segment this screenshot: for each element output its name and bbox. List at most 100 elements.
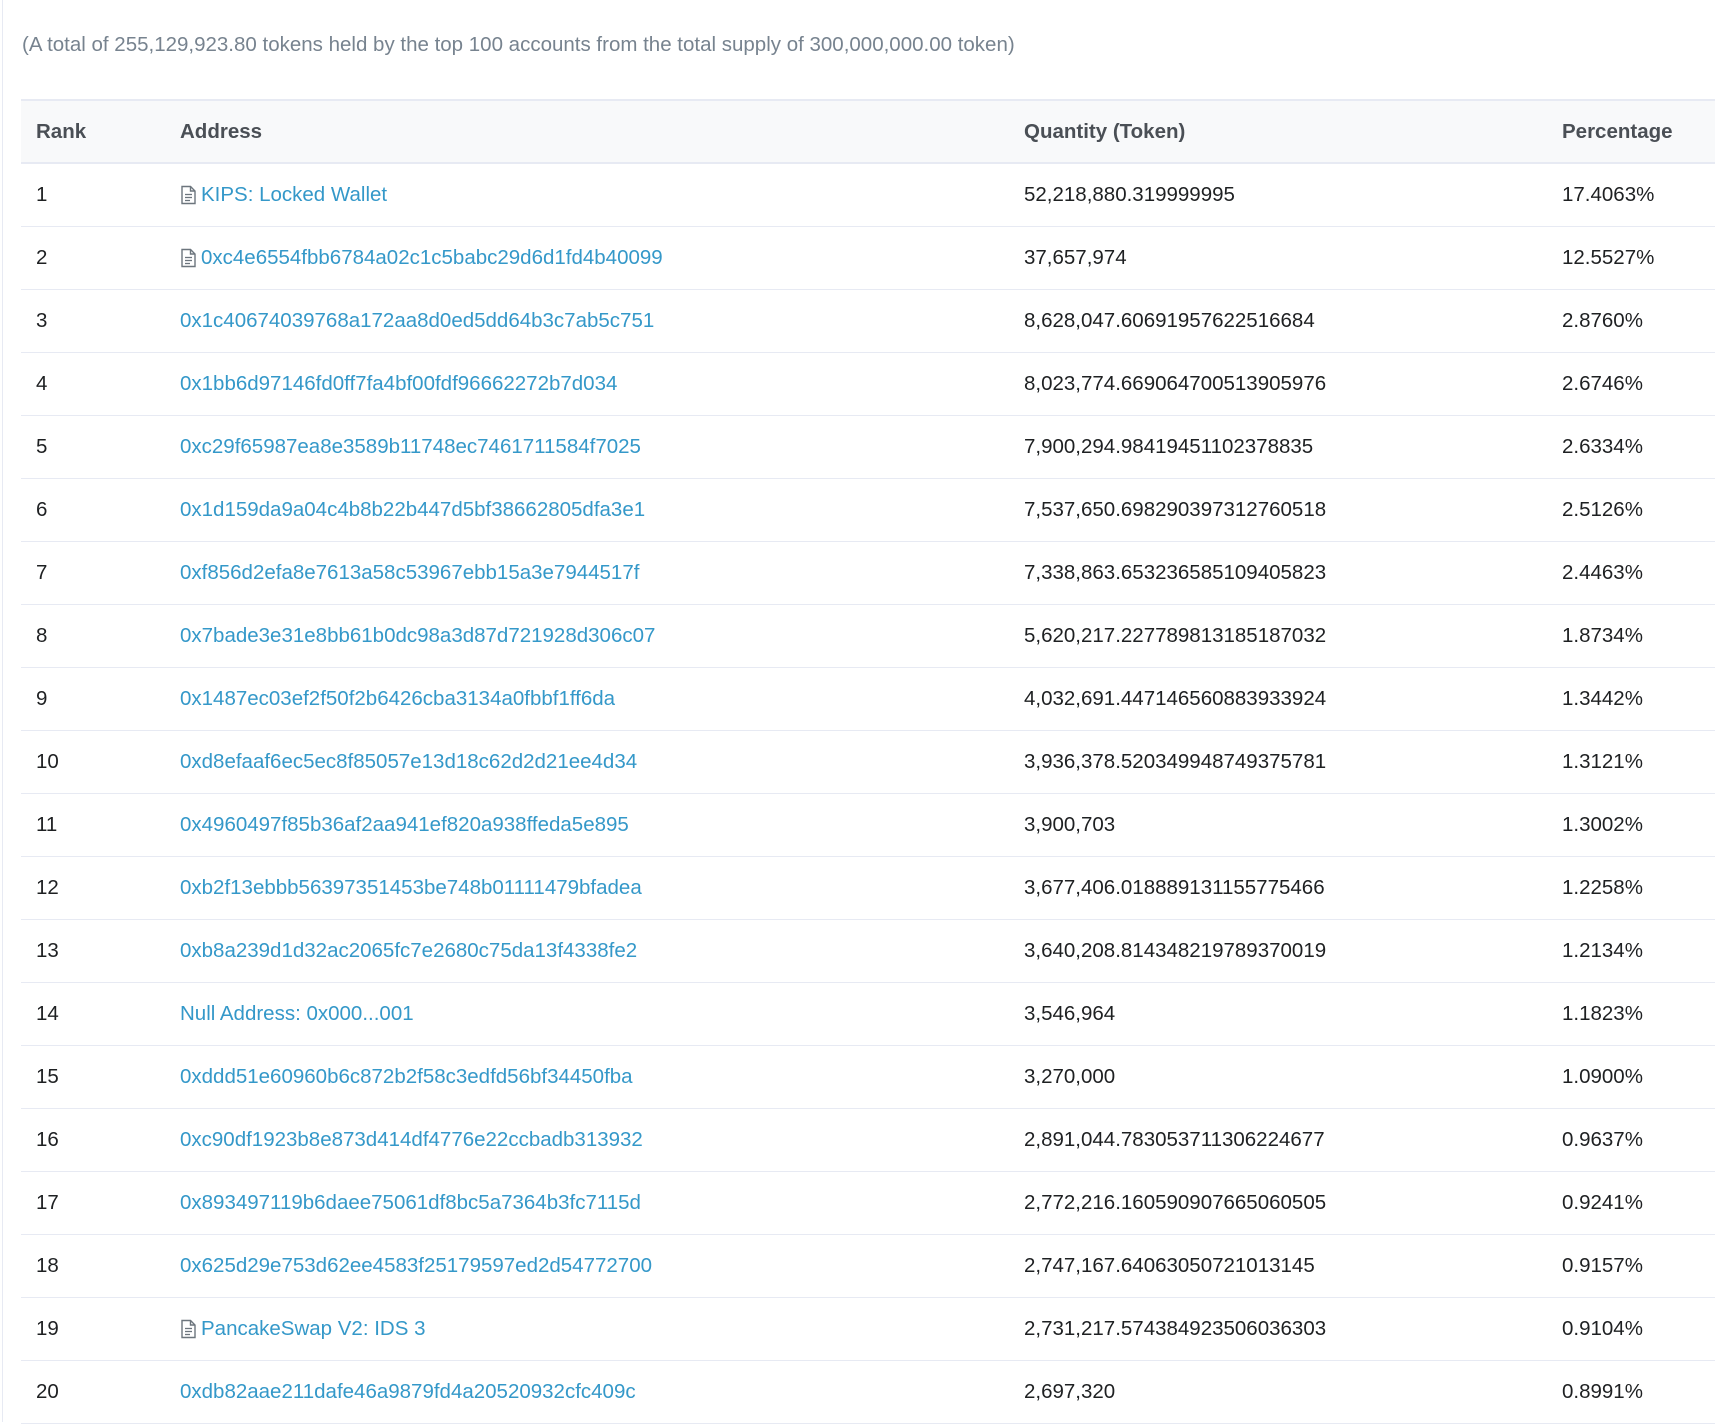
- rank-cell: 19: [21, 1297, 180, 1361]
- table-row: 3 0x1c40674039768a172aa8d0ed5dd64b3c7ab5c…: [21, 289, 1715, 353]
- address-cell: 0xdb82aae211dafe46a9879fd4a20520932cfc40…: [180, 1360, 1024, 1424]
- quantity-cell: 2,891,044.783053711306224677: [1024, 1108, 1562, 1172]
- contract-document-icon: [180, 1319, 197, 1339]
- contract-document-icon: [180, 248, 197, 268]
- table-row: 9 0x1487ec03ef2f50f2b6426cba3134a0fbbf1ff…: [21, 667, 1715, 731]
- holder-address-link[interactable]: 0x1bb6d97146fd0ff7fa4bf00fdf96662272b7d0…: [180, 372, 617, 396]
- page-left-border: [2, 0, 3, 1422]
- rank-cell: 15: [21, 1045, 180, 1109]
- quantity-cell: 3,640,208.814348219789370019: [1024, 919, 1562, 983]
- holder-address-link[interactable]: 0x893497119b6daee75061df8bc5a7364b3fc711…: [180, 1191, 641, 1215]
- holder-address-link[interactable]: 0x625d29e753d62ee4583f25179597ed2d547727…: [180, 1254, 652, 1278]
- holder-address-link[interactable]: 0x1d159da9a04c4b8b22b447d5bf38662805dfa3…: [180, 498, 645, 522]
- percentage-cell: 2.5126%: [1562, 478, 1715, 542]
- address-cell: KIPS: Locked Wallet: [180, 163, 1024, 227]
- address-cell: 0x1d159da9a04c4b8b22b447d5bf38662805dfa3…: [180, 478, 1024, 542]
- rank-cell: 2: [21, 226, 180, 290]
- percentage-cell: 1.3442%: [1562, 667, 1715, 731]
- address-cell: 0x893497119b6daee75061df8bc5a7364b3fc711…: [180, 1171, 1024, 1235]
- holder-address-link[interactable]: 0xddd51e60960b6c872b2f58c3edfd56bf34450f…: [180, 1065, 633, 1089]
- table-row: 5 0xc29f65987ea8e3589b11748ec7461711584f7…: [21, 415, 1715, 479]
- holder-address-link[interactable]: 0x1487ec03ef2f50f2b6426cba3134a0fbbf1ff6…: [180, 687, 615, 711]
- table-row: 11 0x4960497f85b36af2aa941ef820a938ffeda5…: [21, 793, 1715, 857]
- percentage-cell: 2.8760%: [1562, 289, 1715, 353]
- table-row: 13 0xb8a239d1d32ac2065fc7e2680c75da13f433…: [21, 919, 1715, 983]
- holder-address-link[interactable]: 0xd8efaaf6ec5ec8f85057e13d18c62d2d21ee4d…: [180, 750, 637, 774]
- contract-document-icon: [180, 185, 197, 205]
- rank-cell: 6: [21, 478, 180, 542]
- quantity-cell: 8,628,047.60691957622516684: [1024, 289, 1562, 353]
- table-row: 19 PancakeSwap V2: IDS 3 2,731,217.5743849…: [21, 1297, 1715, 1361]
- table-row: 20 0xdb82aae211dafe46a9879fd4a20520932cfc…: [21, 1360, 1715, 1424]
- table-row: 7 0xf856d2efa8e7613a58c53967ebb15a3e79445…: [21, 541, 1715, 605]
- holder-address-link[interactable]: 0x1c40674039768a172aa8d0ed5dd64b3c7ab5c7…: [180, 309, 654, 333]
- quantity-cell: 8,023,774.669064700513905976: [1024, 352, 1562, 416]
- rank-cell: 16: [21, 1108, 180, 1172]
- percentage-cell: 1.3121%: [1562, 730, 1715, 794]
- holder-address-link[interactable]: KIPS: Locked Wallet: [201, 183, 387, 207]
- holder-address-link[interactable]: 0x4960497f85b36af2aa941ef820a938ffeda5e8…: [180, 813, 629, 837]
- percentage-cell: 1.2258%: [1562, 856, 1715, 920]
- address-cell: 0x1c40674039768a172aa8d0ed5dd64b3c7ab5c7…: [180, 289, 1024, 353]
- holder-address-link[interactable]: PancakeSwap V2: IDS 3: [201, 1317, 426, 1341]
- rank-cell: 9: [21, 667, 180, 731]
- quantity-cell: 2,731,217.574384923506036303: [1024, 1297, 1562, 1361]
- percentage-cell: 1.8734%: [1562, 604, 1715, 668]
- address-cell: 0x625d29e753d62ee4583f25179597ed2d547727…: [180, 1234, 1024, 1298]
- percentage-cell: 17.4063%: [1562, 163, 1715, 227]
- quantity-cell: 2,772,216.160590907665060505: [1024, 1171, 1562, 1235]
- quantity-cell: 3,677,406.018889131155775466: [1024, 856, 1562, 920]
- holder-address-link[interactable]: 0xb8a239d1d32ac2065fc7e2680c75da13f4338f…: [180, 939, 637, 963]
- holder-address-link[interactable]: 0xf856d2efa8e7613a58c53967ebb15a3e794451…: [180, 561, 639, 585]
- rank-cell: 20: [21, 1360, 180, 1424]
- address-cell: 0xc4e6554fbb6784a02c1c5babc29d6d1fd4b400…: [180, 226, 1024, 290]
- quantity-cell: 2,697,320: [1024, 1360, 1562, 1424]
- quantity-cell: 3,270,000: [1024, 1045, 1562, 1109]
- rank-cell: 12: [21, 856, 180, 920]
- quantity-cell: 4,032,691.447146560883933924: [1024, 667, 1562, 731]
- address-cell: 0x4960497f85b36af2aa941ef820a938ffeda5e8…: [180, 793, 1024, 857]
- header-percentage: Percentage: [1562, 99, 1715, 164]
- header-address: Address: [180, 99, 1024, 164]
- quantity-cell: 3,546,964: [1024, 982, 1562, 1046]
- rank-cell: 3: [21, 289, 180, 353]
- holder-address-link[interactable]: 0xc90df1923b8e873d414df4776e22ccbadb3139…: [180, 1128, 643, 1152]
- holder-address-link[interactable]: 0xc4e6554fbb6784a02c1c5babc29d6d1fd4b400…: [201, 246, 663, 270]
- percentage-cell: 2.6334%: [1562, 415, 1715, 479]
- percentage-cell: 0.8991%: [1562, 1360, 1715, 1424]
- address-cell: 0xc90df1923b8e873d414df4776e22ccbadb3139…: [180, 1108, 1024, 1172]
- rank-cell: 18: [21, 1234, 180, 1298]
- percentage-cell: 0.9157%: [1562, 1234, 1715, 1298]
- address-cell: 0x1487ec03ef2f50f2b6426cba3134a0fbbf1ff6…: [180, 667, 1024, 731]
- holder-address-link[interactable]: 0xc29f65987ea8e3589b11748ec7461711584f70…: [180, 435, 641, 459]
- address-cell: 0x7bade3e31e8bb61b0dc98a3d87d721928d306c…: [180, 604, 1024, 668]
- quantity-cell: 3,900,703: [1024, 793, 1562, 857]
- rank-cell: 5: [21, 415, 180, 479]
- table-row: 16 0xc90df1923b8e873d414df4776e22ccbadb31…: [21, 1108, 1715, 1172]
- holder-address-link[interactable]: 0x7bade3e31e8bb61b0dc98a3d87d721928d306c…: [180, 624, 655, 648]
- quantity-cell: 7,537,650.698290397312760518: [1024, 478, 1562, 542]
- quantity-cell: 7,900,294.98419451102378835: [1024, 415, 1562, 479]
- holder-address-link[interactable]: 0xdb82aae211dafe46a9879fd4a20520932cfc40…: [180, 1380, 636, 1404]
- percentage-cell: 0.9104%: [1562, 1297, 1715, 1361]
- table-row: 1 KIPS: Locked Wallet 52,218,880.319999995…: [21, 163, 1715, 227]
- address-cell: 0xd8efaaf6ec5ec8f85057e13d18c62d2d21ee4d…: [180, 730, 1024, 794]
- holder-address-link[interactable]: Null Address: 0x000...001: [180, 1002, 414, 1026]
- holder-address-link[interactable]: 0xb2f13ebbb56397351453be748b01111479bfad…: [180, 876, 642, 900]
- address-cell: 0xb8a239d1d32ac2065fc7e2680c75da13f4338f…: [180, 919, 1024, 983]
- quantity-cell: 52,218,880.319999995: [1024, 163, 1562, 227]
- table-row: 8 0x7bade3e31e8bb61b0dc98a3d87d721928d306…: [21, 604, 1715, 668]
- table-row: 10 0xd8efaaf6ec5ec8f85057e13d18c62d2d21ee…: [21, 730, 1715, 794]
- table-body: 1 KIPS: Locked Wallet 52,218,880.319999995…: [21, 163, 1715, 1424]
- table-row: 15 0xddd51e60960b6c872b2f58c3edfd56bf3445…: [21, 1045, 1715, 1109]
- quantity-cell: 5,620,217.227789813185187032: [1024, 604, 1562, 668]
- table-row: 4 0x1bb6d97146fd0ff7fa4bf00fdf96662272b7d…: [21, 352, 1715, 416]
- percentage-cell: 12.5527%: [1562, 226, 1715, 290]
- rank-cell: 17: [21, 1171, 180, 1235]
- table-row: 6 0x1d159da9a04c4b8b22b447d5bf38662805dfa…: [21, 478, 1715, 542]
- table-row: 18 0x625d29e753d62ee4583f25179597ed2d5477…: [21, 1234, 1715, 1298]
- percentage-cell: 1.3002%: [1562, 793, 1715, 857]
- header-rank: Rank: [21, 99, 180, 164]
- quantity-cell: 37,657,974: [1024, 226, 1562, 290]
- percentage-cell: 1.0900%: [1562, 1045, 1715, 1109]
